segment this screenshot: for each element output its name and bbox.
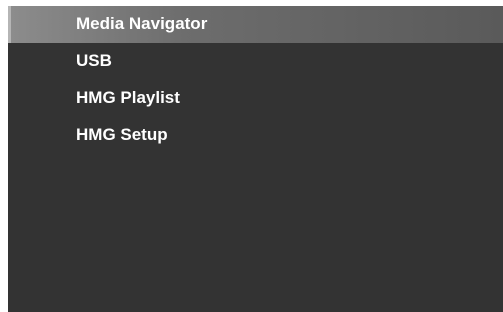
menu-screen: Media Navigator USB HMG Playlist HMG Set… — [8, 6, 503, 312]
menu-item-label: Media Navigator — [76, 14, 208, 33]
menu-item-usb[interactable]: USB — [8, 43, 503, 80]
menu-item-label: HMG Setup — [76, 125, 168, 144]
menu-item-hmg-playlist[interactable]: HMG Playlist — [8, 80, 503, 117]
menu-item-hmg-setup[interactable]: HMG Setup — [8, 117, 503, 154]
menu-item-media-navigator[interactable]: Media Navigator — [8, 6, 503, 43]
main-menu: Media Navigator USB HMG Playlist HMG Set… — [8, 6, 503, 154]
menu-item-label: USB — [76, 51, 112, 70]
menu-item-label: HMG Playlist — [76, 88, 180, 107]
